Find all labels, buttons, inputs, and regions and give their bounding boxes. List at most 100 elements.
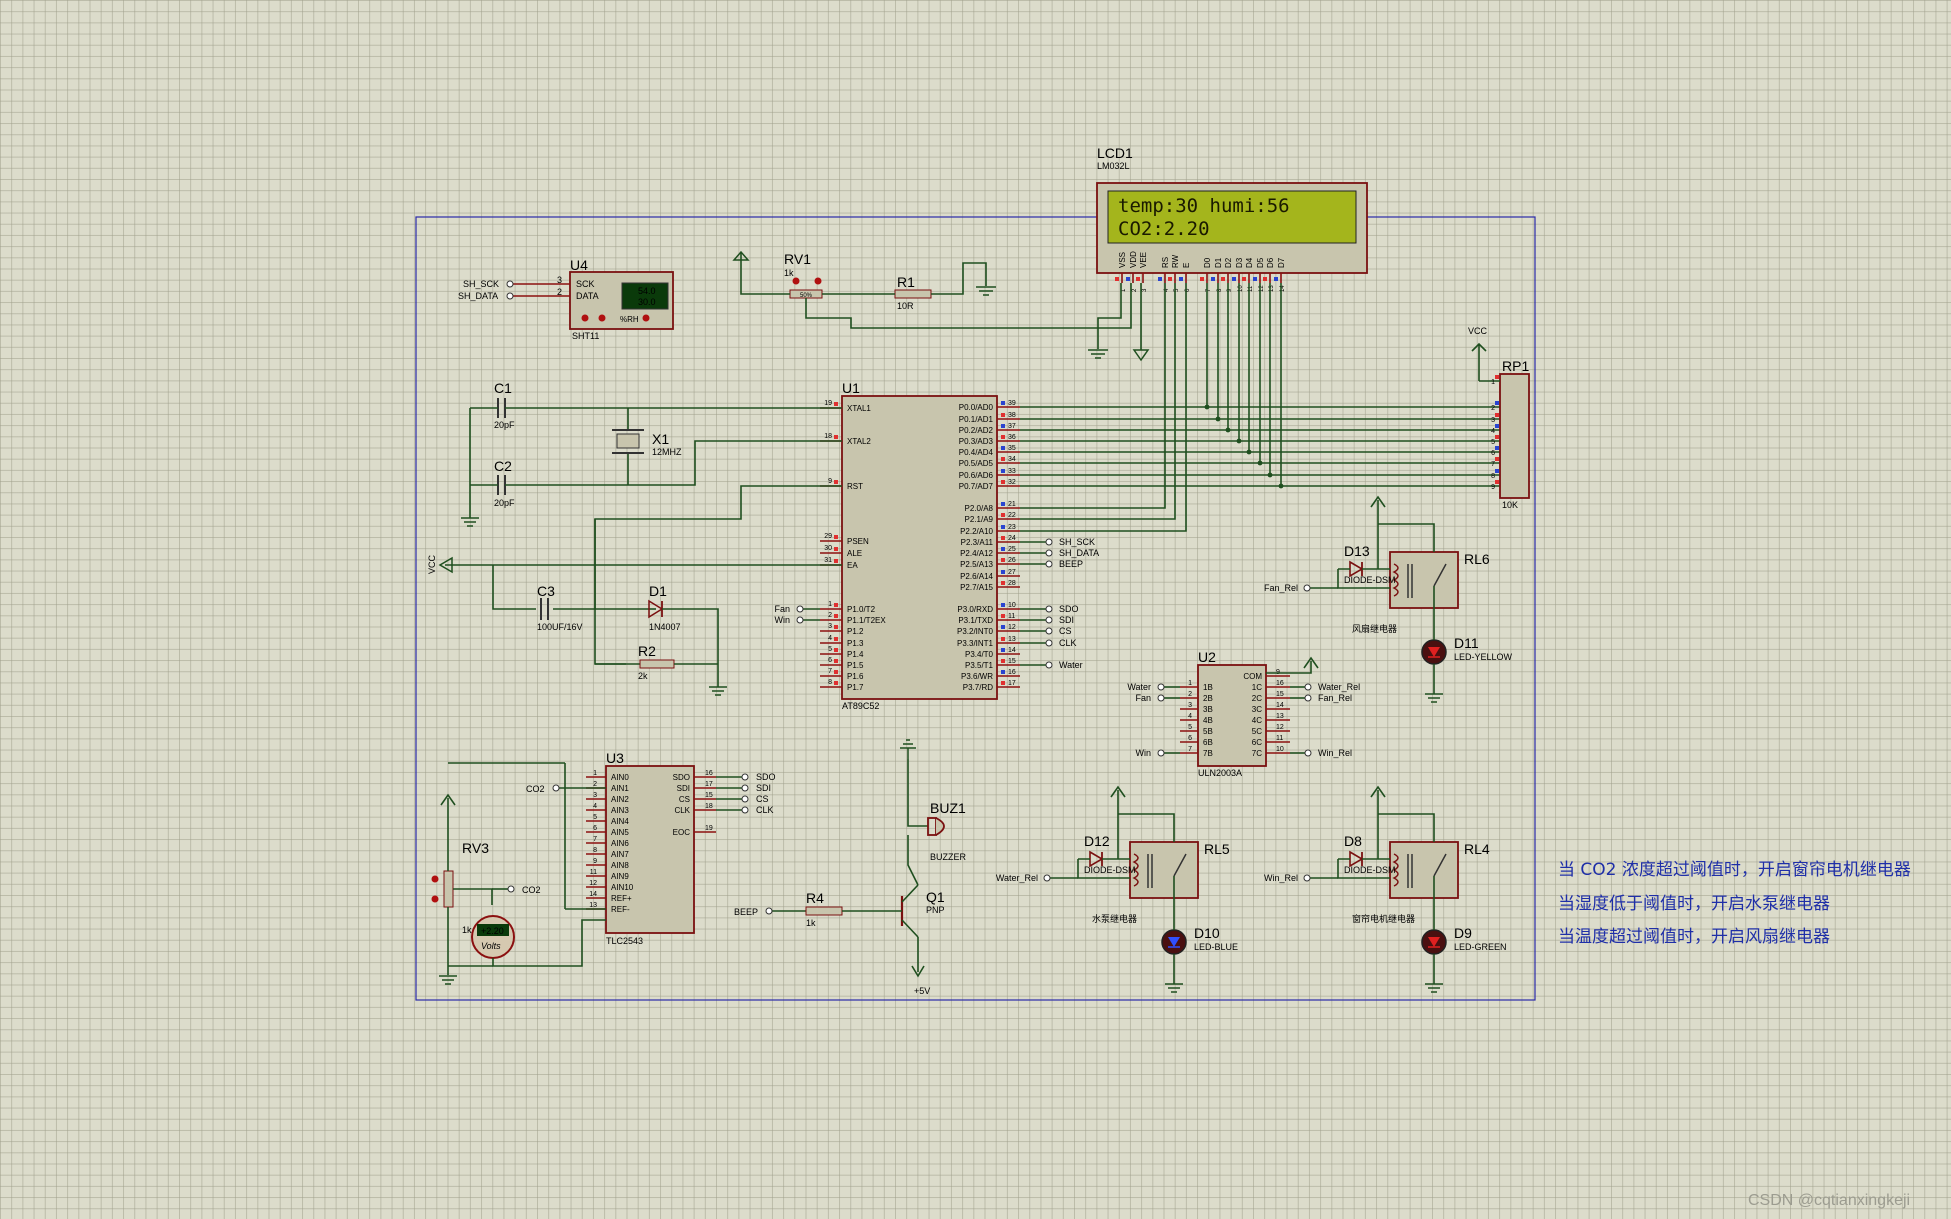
lcd1-pin-vss: VSS xyxy=(1118,252,1127,268)
lcd1-line2: CO2:2.20 xyxy=(1118,218,1210,240)
u4-unit: %RH xyxy=(620,315,639,324)
rl6-body xyxy=(1389,551,1459,609)
u1-pin-p1.7: P1.7 xyxy=(847,683,864,692)
u1-pin-no-39: 39 xyxy=(1008,400,1016,407)
u3-net-cs: CS xyxy=(756,794,769,804)
u1-pin-no-8: 8 xyxy=(828,679,832,686)
u4-button-1[interactable] xyxy=(581,314,589,322)
u3-pin-no-14: 14 xyxy=(589,891,597,898)
u2-pin-no-2: 2 xyxy=(1188,691,1192,698)
u1-pin-p1.6: P1.6 xyxy=(847,672,864,681)
u2-pin-5b: 5B xyxy=(1203,727,1213,736)
u1-pin-p3-6-wr: P3.6/WR xyxy=(961,672,993,681)
u2-uln2003a[interactable]: U2 ULN2003A 1 1B Water 2 2B Fan 3 3B 4 4B 5 5B 6 6B 7 7… xyxy=(1127,649,1360,778)
x1-ref: X1 xyxy=(652,431,669,447)
d9-value: LED-GREEN xyxy=(1454,942,1507,952)
relay-rl5[interactable]: RL5 水泵继电器 D12 DIODE-DSM Water_Rel D10LED-BLUE xyxy=(996,785,1238,993)
u2-net-water: Water xyxy=(1127,682,1151,692)
u3-pin-ain6: AIN6 xyxy=(611,839,629,848)
u4-button-2[interactable] xyxy=(598,314,606,322)
r2-value: 2k xyxy=(638,671,648,681)
u3-pin-ain7: AIN7 xyxy=(611,850,629,859)
relay-rl6[interactable]: RL6 风扇继电器 D13 DIODE-DSM Fan_Rel D11LED-YELLOW xyxy=(1264,495,1513,703)
u1-pin-no-38: 38 xyxy=(1008,412,1016,419)
u1-pin-p3-3-int1: P3.3/INT1 xyxy=(957,639,994,648)
oscillator-circuit[interactable]: C1 20pF C2 20pF X1 12MHZ xyxy=(461,380,842,527)
net-label-sh_sck: SH_SCK xyxy=(1059,537,1095,547)
d13-value: DIODE-DSM xyxy=(1344,575,1396,585)
u4-net-sck: SH_SCK xyxy=(463,279,499,289)
u1-pin-no-13: 13 xyxy=(1008,636,1016,643)
u4-model: SHT11 xyxy=(572,331,599,341)
u3-ref: U3 xyxy=(606,750,624,766)
u1-pin-no-12: 12 xyxy=(1008,624,1016,631)
rp1-pin-3: 3 xyxy=(1491,417,1495,424)
u1-pin-no-30: 30 xyxy=(824,545,832,552)
net-label-clk: CLK xyxy=(1059,638,1077,648)
u2-pin-no-14: 14 xyxy=(1276,702,1284,709)
rv1-ref: RV1 xyxy=(784,251,811,267)
rv3-body xyxy=(443,870,454,908)
u2-net-fan_rel: Fan_Rel xyxy=(1318,693,1352,703)
u1-pin-no-32: 32 xyxy=(1008,479,1016,486)
reset-circuit[interactable]: VCC C3 100UF/16V D1 1N4007 R2 2k xyxy=(427,485,842,696)
u1-pin-no-21: 21 xyxy=(1008,501,1016,508)
u2-pin-2c: 2C xyxy=(1252,694,1262,703)
u1-pin-no-9: 9 xyxy=(828,478,832,485)
rp1-resistor-pack[interactable]: RP1 10K VCC 1 2 3 4 5 6 7 8 9 xyxy=(1468,326,1530,510)
u1-pin-p0-3-ad3: P0.3/AD3 xyxy=(959,437,994,446)
d9-ref: D9 xyxy=(1454,925,1472,941)
u2-pin-no-7: 7 xyxy=(1188,746,1192,753)
q1-ref: Q1 xyxy=(926,889,945,905)
u1-pin-no-19: 19 xyxy=(824,400,832,407)
u2-pin-2b: 2B xyxy=(1203,694,1213,703)
u1-pin-no-36: 36 xyxy=(1008,434,1016,441)
lcd1-pin-d3: D3 xyxy=(1235,257,1244,268)
lcd1-line1: temp:30 humi:56 xyxy=(1118,195,1290,217)
d8-value: DIODE-DSM xyxy=(1344,865,1396,875)
lcd1-pin-e: E xyxy=(1182,263,1191,268)
u4-button-3[interactable] xyxy=(642,314,650,322)
u2-pin-3b: 3B xyxy=(1203,705,1213,714)
u2-net-win_rel: Win_Rel xyxy=(1318,748,1352,758)
lcd1[interactable]: LCD1 LM032L temp:30 humi:56 CO2:2.20 VSS… xyxy=(1096,145,1368,292)
u3-pin-no-19: 19 xyxy=(705,825,713,832)
rv1-r1[interactable]: RV1 1k 50% R1 10R xyxy=(732,250,1150,362)
u4-sht11[interactable]: U4 SCK DATA 54.0 30.0 %RH SHT11 3 2 SH_S… xyxy=(458,257,674,341)
vcc-left-label: VCC xyxy=(427,554,437,574)
u3-pin-ain1: AIN1 xyxy=(611,784,629,793)
rl5-net: Water_Rel xyxy=(996,873,1038,883)
u2-pin-7c: 7C xyxy=(1252,749,1262,758)
u1-pin-ea: EA xyxy=(847,561,858,570)
watermark: CSDN @cqtianxingkeji xyxy=(1748,1192,1910,1209)
u1-ref: U1 xyxy=(842,380,860,396)
rl5-body xyxy=(1129,841,1199,899)
u1-pin-p0-6-ad6: P0.6/AD6 xyxy=(959,471,994,480)
c2-value: 20pF xyxy=(494,498,515,508)
u1-pin-p1.4: P1.4 xyxy=(847,650,864,659)
lcd1-pin-d5: D5 xyxy=(1256,257,1265,268)
d10-value: LED-BLUE xyxy=(1194,942,1238,952)
u3-pin-no-11: 11 xyxy=(590,869,597,876)
u3-pin-ain0: AIN0 xyxy=(611,773,629,782)
u1-pin-p3-7-rd: P3.7/RD xyxy=(963,683,993,692)
u3-pin-eoc: EOC xyxy=(673,828,691,837)
u1-pin-no-27: 27 xyxy=(1008,569,1016,576)
rp1-pin-7: 7 xyxy=(1491,461,1495,468)
lcd1-pin-no: 1 xyxy=(1121,288,1127,292)
u1-pin-no-2: 2 xyxy=(828,612,832,619)
relay-rl4[interactable]: RL4 窗帘电机继电器 D8 DIODE-DSM Win_Rel D9LED-GREEN xyxy=(1264,785,1507,993)
rl6-ref: RL6 xyxy=(1464,551,1490,567)
u3-pin-ain10: AIN10 xyxy=(611,883,634,892)
u3-pin-no-5: 5 xyxy=(593,814,597,821)
net-label-cs: CS xyxy=(1059,626,1072,636)
u1-pin-no-24: 24 xyxy=(1008,535,1016,542)
u3-pin-ref-plus: REF+ xyxy=(611,894,632,903)
voltmeter[interactable] xyxy=(471,915,515,959)
u1-pin-p0-5-ad5: P0.5/AD5 xyxy=(959,459,994,468)
u2-net-win: Win xyxy=(1136,748,1152,758)
c1-value: 20pF xyxy=(494,420,515,430)
rv3-sensor[interactable]: RV3 1k CO2 +2.20 Volts xyxy=(431,762,607,985)
u3-pin-no-9: 9 xyxy=(593,858,597,865)
u1-at89c52[interactable]: U1 19 XTAL1 18 XTAL2 9 RST 29 PSEN 30 ALE 31 EA 1 P1.… xyxy=(774,380,1020,711)
